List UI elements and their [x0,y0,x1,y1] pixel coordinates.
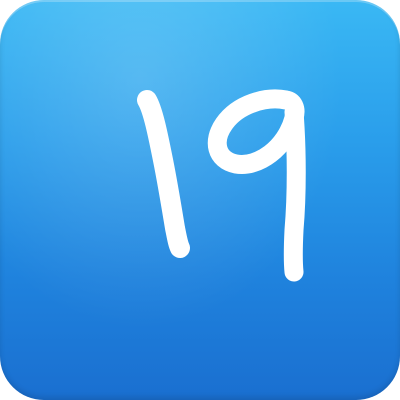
app-icon-container: 19 [0,0,400,400]
number-19-icon [137,89,306,282]
digit-nine-tail-stroke [283,102,306,282]
app-icon[interactable]: 19 [0,0,400,400]
digit-one-stroke [137,90,190,258]
digit-nine-bowl-stroke [207,89,305,174]
